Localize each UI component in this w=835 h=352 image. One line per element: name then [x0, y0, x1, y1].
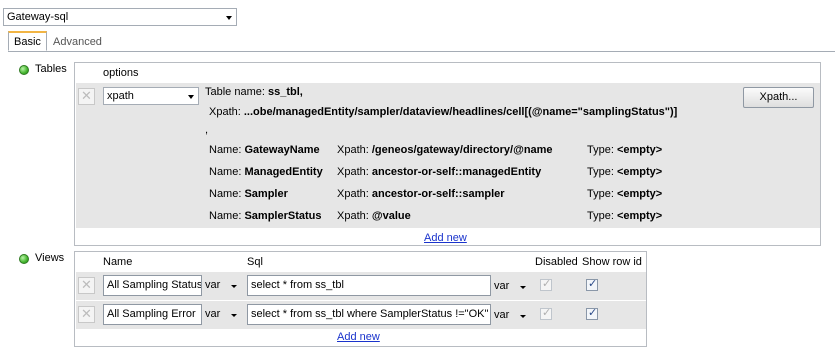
xpath-label: Xpath:: [337, 210, 369, 222]
column-xpath-value: /geneos/gateway/directory/@name: [371, 144, 553, 156]
name-label: Name:: [209, 144, 242, 156]
table-name-prefix: Table name:: [205, 86, 265, 98]
column-type: Type: <empty>: [587, 188, 662, 200]
remove-x-icon[interactable]: ✕: [78, 306, 95, 323]
views-header-disabled: Disabled: [535, 256, 578, 268]
remove-x-icon[interactable]: ✕: [78, 277, 95, 294]
chevron-down-icon[interactable]: [520, 286, 526, 289]
name-label: Name:: [209, 166, 242, 178]
tab-divider: [8, 51, 835, 52]
view-disabled-checkbox[interactable]: ✓: [540, 307, 552, 320]
views-header-name: Name: [103, 256, 133, 268]
view-show-row-id-checkbox[interactable]: ✓: [586, 278, 598, 291]
type-label: Type:: [587, 144, 614, 156]
chevron-down-icon[interactable]: [231, 314, 237, 317]
chevron-down-icon[interactable]: [520, 315, 526, 318]
view-name-var[interactable]: var: [205, 279, 220, 291]
column-row: Name: SamplerStatus: [209, 210, 322, 222]
column-type-value: <empty>: [616, 188, 663, 200]
table-xpath-value: ...obe/managedEntity/sampler/dataview/he…: [243, 106, 678, 118]
name-label: Name:: [209, 210, 242, 222]
chevron-down-icon: [188, 95, 194, 99]
tables-label: Tables: [35, 63, 67, 75]
xpath-label: Xpath:: [337, 166, 369, 178]
view-show-row-id-checkbox[interactable]: ✓: [586, 307, 598, 320]
column-name: ManagedEntity: [244, 166, 323, 178]
checkmark-icon: ✓: [588, 307, 598, 319]
table-type-value: xpath: [107, 90, 134, 102]
column-xpath: Xpath: ancestor-or-self::managedEntity: [337, 166, 541, 178]
table-name-value: ss_tbl,: [268, 86, 303, 98]
remove-x-icon[interactable]: ✕: [78, 88, 95, 105]
chevron-down-icon: [226, 16, 232, 20]
gateway-select-value: Gateway-sql: [7, 11, 69, 23]
views-add-new-link[interactable]: Add new: [337, 331, 380, 343]
view-name-var[interactable]: var: [205, 308, 220, 320]
chevron-down-icon[interactable]: [231, 285, 237, 288]
column-xpath: Xpath: /geneos/gateway/directory/@name: [337, 144, 553, 156]
checkmark-icon: ✓: [542, 278, 552, 290]
type-label: Type:: [587, 166, 614, 178]
checkmark-icon: ✓: [542, 307, 552, 319]
column-type: Type: <empty>: [587, 166, 662, 178]
column-xpath: Xpath: @value: [337, 210, 411, 222]
type-label: Type:: [587, 210, 614, 222]
comma: ,: [205, 124, 209, 136]
column-type-value: <empty>: [616, 144, 663, 156]
green-dot-icon: [19, 65, 29, 75]
views-header-show-row-id: Show row id: [582, 256, 642, 268]
column-type: Type: <empty>: [587, 144, 662, 156]
column-xpath-value: @value: [371, 210, 411, 222]
column-xpath-value: ancestor-or-self::managedEntity: [371, 166, 542, 178]
column-row: Name: ManagedEntity: [209, 166, 323, 178]
column-row: Name: GatewayName: [209, 144, 320, 156]
view-sql-field[interactable]: select * from ss_tbl: [247, 275, 491, 296]
view-sql-field[interactable]: select * from ss_tbl where SamplerStatus…: [247, 304, 491, 325]
column-name: Sampler: [244, 188, 288, 200]
view-name-field[interactable]: All Sampling Status: [103, 275, 202, 296]
table-xpath-line: Xpath: ...obe/managedEntity/sampler/data…: [209, 106, 677, 118]
gateway-select[interactable]: Gateway-sql: [3, 8, 237, 26]
view-sql-var[interactable]: var: [494, 309, 509, 321]
xpath-label: Xpath:: [337, 144, 369, 156]
views-label: Views: [35, 252, 65, 264]
tab-advanced[interactable]: Advanced: [48, 33, 107, 53]
views-header-sql: Sql: [247, 256, 263, 268]
xpath-button[interactable]: Xpath...: [743, 87, 814, 108]
column-xpath-value: ancestor-or-self::sampler: [371, 188, 505, 200]
name-label: Name:: [209, 188, 242, 200]
column-type: Type: <empty>: [587, 210, 662, 222]
tables-add-new-link[interactable]: Add new: [424, 232, 467, 244]
table-name-line: Table name: ss_tbl,: [205, 86, 303, 98]
column-type-value: <empty>: [616, 166, 663, 178]
column-xpath: Xpath: ancestor-or-self::sampler: [337, 188, 505, 200]
xpath-label: Xpath:: [337, 188, 369, 200]
column-name: GatewayName: [244, 144, 320, 156]
column-type-value: <empty>: [616, 210, 663, 222]
view-name-field[interactable]: All Sampling Error: [103, 304, 202, 325]
checkmark-icon: ✓: [588, 278, 598, 290]
options-header: options: [103, 67, 139, 79]
view-disabled-checkbox[interactable]: ✓: [540, 278, 552, 291]
view-sql-var[interactable]: var: [494, 280, 509, 292]
green-dot-icon: [19, 254, 29, 264]
table-xpath-prefix: Xpath:: [209, 106, 241, 118]
tab-basic[interactable]: Basic: [8, 31, 47, 51]
table-type-select[interactable]: xpath: [103, 87, 199, 105]
type-label: Type:: [587, 188, 614, 200]
column-row: Name: Sampler: [209, 188, 288, 200]
column-name: SamplerStatus: [244, 210, 322, 222]
